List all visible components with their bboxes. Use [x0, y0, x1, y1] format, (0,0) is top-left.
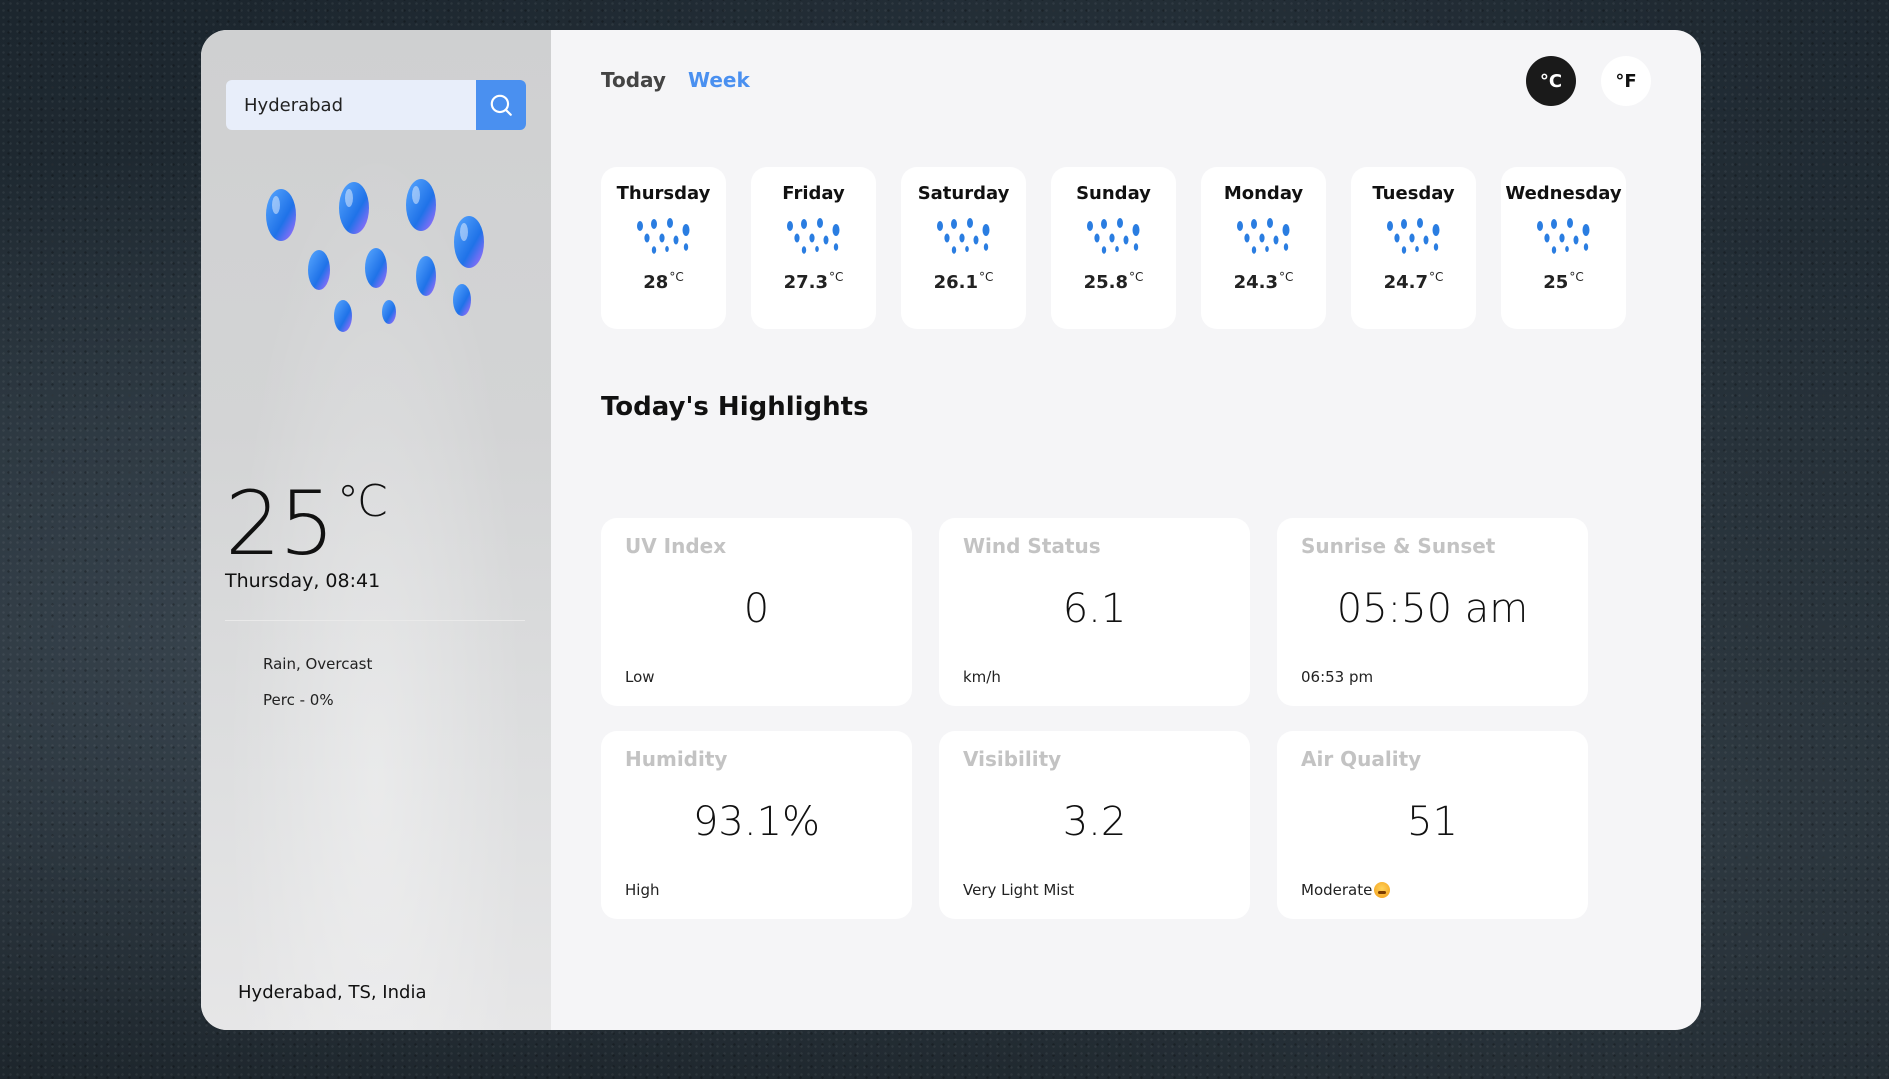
- day-temp-value: 24.7: [1383, 272, 1429, 293]
- card-status: km/h: [963, 668, 1001, 686]
- card-value: 6.1: [1062, 586, 1127, 632]
- day-temp-value: 25.8: [1083, 272, 1129, 293]
- card-status: Low: [625, 668, 655, 686]
- rain-icon: [784, 214, 844, 260]
- visibility-card: Visibility 3.2 Very Light Mist: [939, 731, 1250, 919]
- card-status: 06:53 pm: [1301, 668, 1374, 686]
- condition-text: Rain, Overcast: [263, 655, 373, 673]
- tab-today[interactable]: Today: [601, 68, 666, 92]
- day-name: Friday: [782, 183, 845, 204]
- day-name: Tuesday: [1372, 183, 1455, 204]
- card-title: Wind Status: [963, 534, 1101, 558]
- day-card-saturday: Saturday 26.1°C: [901, 167, 1026, 329]
- search-icon: [490, 94, 512, 116]
- day-temp-unit: °C: [829, 270, 844, 284]
- card-value: 05:50 am: [1336, 586, 1529, 632]
- current-temperature: 25°C: [225, 472, 388, 575]
- week-forecast: Thursday 28°C Friday 27.3°C Saturday 26.…: [601, 167, 1626, 329]
- precipitation-text: Perc - 0%: [263, 691, 334, 709]
- day-name: Monday: [1223, 183, 1304, 204]
- rain-icon: [934, 214, 994, 260]
- day-temp-unit: °C: [1279, 270, 1294, 284]
- day-card-tuesday: Tuesday 24.7°C: [1351, 167, 1476, 329]
- highlights-title: Today's Highlights: [601, 392, 869, 422]
- day-card-thursday: Thursday 28°C: [601, 167, 726, 329]
- card-value: 3.2: [1062, 799, 1127, 845]
- search-button[interactable]: [476, 80, 526, 130]
- day-temperature: 28°C: [643, 270, 683, 293]
- day-temp-unit: °C: [979, 270, 994, 284]
- day-card-monday: Monday 24.3°C: [1201, 167, 1326, 329]
- neutral-face-emoji-icon: [1374, 882, 1391, 898]
- rain-icon: [634, 214, 694, 260]
- card-value: 93.1%: [692, 799, 821, 845]
- view-tabs: Today Week: [601, 68, 750, 92]
- current-day-time: Thursday, 08:41: [225, 570, 381, 592]
- day-name: Wednesday: [1505, 183, 1622, 204]
- location-text: Hyderabad, TS, India: [238, 982, 427, 1003]
- day-name: Saturday: [917, 183, 1010, 204]
- day-temp-unit: °C: [1129, 270, 1144, 284]
- day-temp-unit: °C: [1429, 270, 1444, 284]
- card-title: Humidity: [625, 747, 728, 771]
- current-weather-panel: 25°C Thursday, 08:41 Rain, Overcast Perc…: [201, 30, 551, 1030]
- day-card-wednesday: Wednesday 25°C: [1501, 167, 1626, 329]
- day-temp-value: 25: [1543, 272, 1569, 293]
- fahrenheit-button[interactable]: °F: [1601, 56, 1651, 106]
- rain-icon: [1234, 214, 1294, 260]
- sunrise-sunset-card: Sunrise & Sunset 05:50 am 06:53 pm: [1277, 518, 1588, 706]
- day-temperature: 25.8°C: [1084, 270, 1144, 293]
- card-value: 0: [743, 586, 770, 632]
- rain-icon: [1084, 214, 1144, 260]
- day-temperature: 27.3°C: [784, 270, 844, 293]
- temperature-value: 25: [225, 472, 335, 575]
- card-value: 51: [1407, 799, 1458, 845]
- rain-icon: [1534, 214, 1594, 260]
- card-title: Air Quality: [1301, 747, 1422, 771]
- tab-week[interactable]: Week: [688, 68, 750, 92]
- air-quality-status: Moderate: [1301, 881, 1373, 899]
- rain-icon: [266, 179, 484, 332]
- card-title: Sunrise & Sunset: [1301, 534, 1496, 558]
- highlights-grid: UV Index 0 Low Wind Status 6.1 km/h Sunr…: [601, 518, 1588, 919]
- card-title: UV Index: [625, 534, 727, 558]
- wind-status-card: Wind Status 6.1 km/h: [939, 518, 1250, 706]
- day-temp-unit: °C: [1569, 270, 1584, 284]
- day-temperature: 24.3°C: [1234, 270, 1294, 293]
- day-card-friday: Friday 27.3°C: [751, 167, 876, 329]
- air-quality-card: Air Quality 51 Moderate: [1277, 731, 1588, 919]
- day-temperature: 26.1°C: [934, 270, 994, 293]
- day-temp-value: 24.3: [1233, 272, 1279, 293]
- temperature-unit: °C: [336, 476, 388, 527]
- card-status: High: [625, 881, 660, 899]
- day-temp-value: 28: [643, 272, 669, 293]
- uv-index-card: UV Index 0 Low: [601, 518, 912, 706]
- search-bar: [226, 80, 526, 130]
- rain-icon: [1384, 214, 1444, 260]
- day-temperature: 24.7°C: [1384, 270, 1444, 293]
- celsius-button[interactable]: °C: [1526, 56, 1576, 106]
- divider: [225, 620, 525, 621]
- weather-app: 25°C Thursday, 08:41 Rain, Overcast Perc…: [201, 30, 1701, 1030]
- search-input[interactable]: [226, 80, 476, 130]
- day-temp-value: 26.1: [933, 272, 979, 293]
- forecast-panel: Today Week °C °F Thursday 28°C Friday 27…: [551, 30, 1701, 1030]
- day-name: Thursday: [616, 183, 711, 204]
- day-temp-value: 27.3: [783, 272, 829, 293]
- day-temp-unit: °C: [669, 270, 684, 284]
- card-title: Visibility: [963, 747, 1062, 771]
- day-card-sunday: Sunday 25.8°C: [1051, 167, 1176, 329]
- day-name: Sunday: [1076, 183, 1151, 204]
- day-temperature: 25°C: [1543, 270, 1583, 293]
- humidity-card: Humidity 93.1% High: [601, 731, 912, 919]
- card-status: Very Light Mist: [963, 881, 1075, 899]
- card-status: Moderate: [1301, 881, 1391, 899]
